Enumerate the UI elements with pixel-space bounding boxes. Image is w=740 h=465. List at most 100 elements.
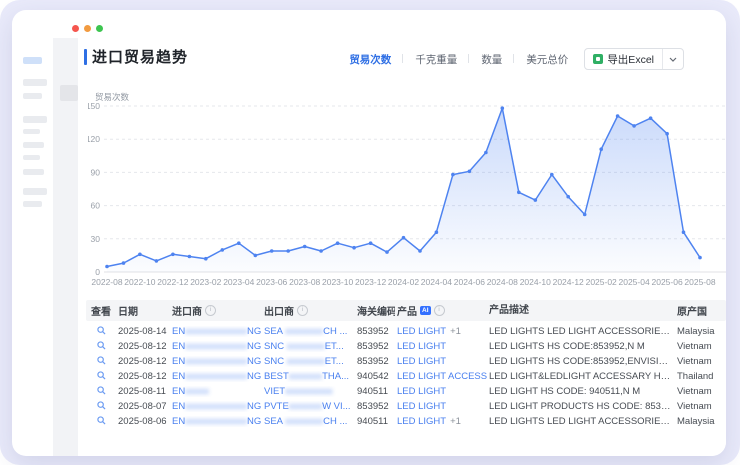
text-visible: EN: [172, 356, 185, 367]
view-details-button[interactable]: [97, 326, 106, 338]
product-link[interactable]: LED LIGHT: [397, 416, 446, 427]
hs-code-cell: 853952: [355, 341, 395, 352]
text-visible: SNC: [264, 356, 287, 367]
text-visible: CH ...: [323, 416, 347, 427]
svg-text:2023-02: 2023-02: [190, 277, 221, 287]
hs-code-cell: 853952: [355, 356, 395, 367]
chart-toolbar: 贸易次数 千克重量 数量 美元总价 导出Excel: [349, 48, 684, 70]
product-link[interactable]: LED LIGHT: [397, 386, 446, 397]
info-icon[interactable]: i: [434, 305, 445, 316]
svg-text:2022-10: 2022-10: [124, 277, 155, 287]
importer-link[interactable]: ENxxxxxxxxxxxxxNG L...: [172, 371, 262, 382]
column-label: 产品描述: [489, 305, 529, 316]
product-extra-count: +1: [450, 416, 461, 427]
view-details-button[interactable]: [97, 416, 106, 428]
column-label: 原产国: [677, 303, 707, 318]
trade-records-table: 查看日期进口商i出口商i海关编码产品AIi产品描述原产国 2025-08-14E…: [86, 300, 726, 429]
exporter-link[interactable]: SEA xxxxxxxxCH ...: [264, 416, 347, 427]
zoom-button[interactable]: [96, 25, 103, 32]
description-cell: LED LIGHT PRODUCTS HS CODE: 853952,NUWAT…: [487, 399, 675, 414]
text-blurred: xxxxxxxx: [287, 356, 325, 367]
search-icon: [97, 371, 106, 380]
exporter-link[interactable]: PVTExxxxxxxW VI...: [264, 401, 351, 412]
text-visible: EN: [172, 416, 185, 427]
exporter-link[interactable]: VIETxxxxxxxxxx: [264, 386, 333, 397]
sidebar-skeleton-bar: [23, 188, 47, 195]
date-cell: 2025-08-07: [116, 401, 170, 412]
exporter-link[interactable]: BESTxxxxxxxTHA...: [264, 371, 349, 382]
view-details-button[interactable]: [97, 401, 106, 413]
browser-window: 进口贸易趋势 贸易次数 千克重量 数量 美元总价 导出Excel 贸易次数: [12, 10, 726, 456]
importer-link[interactable]: ENxxxxxxxxxxxxxNG L...: [172, 416, 262, 427]
svg-text:0: 0: [95, 267, 100, 277]
svg-text:2024-02: 2024-02: [388, 277, 419, 287]
col-date: 日期: [116, 303, 170, 318]
tab-usd-total[interactable]: 美元总价: [526, 52, 568, 67]
export-excel-button[interactable]: 导出Excel: [585, 49, 662, 69]
col-hs-code: 海关编码: [355, 303, 395, 318]
text-blurred: xxxxxxxxxxxxx: [185, 371, 247, 382]
trend-chart-svg: 03060901201502022-082022-102022-122023-0…: [88, 98, 726, 296]
view-cell: [86, 356, 116, 368]
text-visible: NG L...: [247, 356, 262, 367]
product-link[interactable]: LED LIGHT: [397, 341, 446, 352]
view-cell: [86, 386, 116, 398]
origin-cell: Malaysia: [675, 326, 726, 337]
text-visible: SNC: [264, 341, 287, 352]
export-dropdown-button[interactable]: [662, 49, 683, 69]
svg-text:120: 120: [88, 134, 100, 144]
hs-code-cell: 940511: [355, 416, 395, 427]
column-label: 出口商: [264, 303, 294, 318]
product-cell: LED LIGHT: [395, 341, 487, 352]
product-link[interactable]: LED LIGHT: [397, 356, 446, 367]
sidebar-skeleton-bar: [23, 116, 47, 123]
view-cell: [86, 416, 116, 428]
importer-cell: ENxxxxx: [170, 386, 262, 397]
importer-link[interactable]: ENxxxxxxxxxxxxxNG L...: [172, 356, 262, 367]
importer-link[interactable]: ENxxxxxxxxxxxxxNG L...: [172, 326, 262, 337]
description-cell: LED LIGHT&LEDLIGHT ACCESSARY HS CODE: 94…: [487, 369, 675, 384]
secondary-nav-skeleton-item: [60, 85, 78, 101]
svg-text:2023-04: 2023-04: [223, 277, 254, 287]
text-visible: CH ...: [323, 326, 347, 337]
importer-link[interactable]: ENxxxxxxxxxxxxxNG L...: [172, 341, 262, 352]
text-visible: NG L...: [247, 341, 262, 352]
text-visible: NG L...: [247, 416, 262, 427]
view-details-button[interactable]: [97, 356, 106, 368]
excel-icon: [593, 54, 603, 64]
view-details-button[interactable]: [97, 386, 106, 398]
exporter-link[interactable]: SNC xxxxxxxxET...: [264, 341, 344, 352]
column-label: 产品: [397, 303, 417, 318]
view-details-button[interactable]: [97, 371, 106, 383]
product-link[interactable]: LED LIGHT ACCESSORY: [397, 371, 487, 382]
minimize-button[interactable]: [84, 25, 91, 32]
text-visible: SEA: [264, 326, 285, 337]
importer-link[interactable]: ENxxxxxxxxxxxxxNG L...: [172, 401, 262, 412]
info-icon[interactable]: i: [297, 305, 308, 316]
product-link[interactable]: LED LIGHT: [397, 401, 446, 412]
search-icon: [97, 326, 106, 335]
table-row: 2025-08-12ENxxxxxxxxxxxxxNG L...SNC xxxx…: [86, 354, 726, 369]
product-link[interactable]: LED LIGHT: [397, 326, 446, 337]
close-button[interactable]: [72, 25, 79, 32]
table-header-row: 查看日期进口商i出口商i海关编码产品AIi产品描述原产国: [86, 300, 726, 321]
date-cell: 2025-08-12: [116, 341, 170, 352]
text-visible: NG L...: [247, 326, 262, 337]
info-icon[interactable]: i: [205, 305, 216, 316]
tab-quantity[interactable]: 数量: [481, 52, 502, 67]
view-details-button[interactable]: [97, 341, 106, 353]
description-cell: LED LIGHTS HS CODE:853952,ENVISIONLED: [487, 354, 675, 369]
tab-weight-kg[interactable]: 千克重量: [415, 52, 457, 67]
text-blurred: xxxxxxxxxxxxx: [185, 341, 247, 352]
exporter-cell: SNC xxxxxxxxET...: [262, 356, 355, 367]
sidebar-skeleton-bar: [23, 155, 40, 160]
hs-code-cell: 940511: [355, 386, 395, 397]
text-blurred: xxxxxxxxxxxxx: [185, 401, 247, 412]
exporter-link[interactable]: SEA xxxxxxxxCH ...: [264, 326, 347, 337]
exporter-link[interactable]: SNC xxxxxxxxET...: [264, 356, 344, 367]
text-visible: VIET: [264, 386, 285, 397]
importer-link[interactable]: ENxxxxx: [172, 386, 209, 397]
description-cell: LED LIGHTS LED LIGHT ACCESSORIES THIS SH…: [487, 414, 675, 429]
tab-trade-count[interactable]: 贸易次数: [349, 52, 391, 67]
page-title: 进口贸易趋势: [92, 46, 188, 67]
